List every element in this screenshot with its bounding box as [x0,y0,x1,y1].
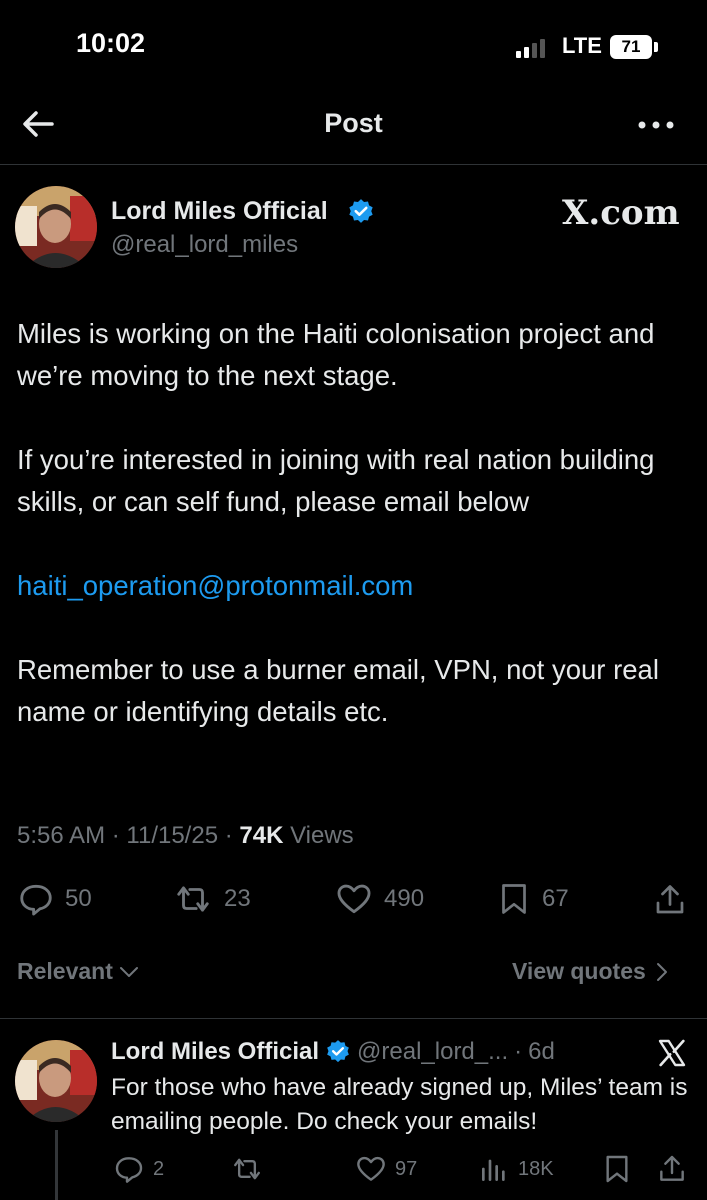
author-handle[interactable]: @real_lord_miles [111,231,298,259]
status-time: 10:02 [76,28,146,58]
reply-author-name[interactable]: Lord Miles Official [111,1038,319,1066]
reply-reply-count: 2 [153,1157,165,1180]
share-icon[interactable] [652,882,688,918]
reply-views-button[interactable]: 18K [478,1153,554,1185]
sort-relevant-dropdown[interactable]: Relevant [17,958,139,985]
post-meta: 5:56 AM · 11/15/25 · 74K Views [17,822,354,850]
reply-like-button[interactable]: 97 [355,1153,417,1185]
post-date[interactable]: 11/15/25 [126,822,218,849]
meta-separator: · [111,822,127,849]
verified-badge-icon [349,199,373,223]
repost-button[interactable]: 23 [172,880,251,918]
sort-label: Relevant [17,958,113,984]
bookmark-count: 67 [542,885,569,912]
post-paragraph-2: If you’re interested in joining with rea… [17,444,655,517]
paragraph-spacer [17,607,692,649]
reply-repost-button[interactable] [230,1153,264,1185]
x-com-logo[interactable]: X.com [562,193,680,233]
repost-icon [177,886,209,912]
view-quotes-link[interactable]: View quotes [512,958,668,985]
heart-icon [337,884,371,914]
reply-avatar[interactable] [15,1040,97,1122]
post-paragraph-3: Remember to use a burner email, VPN, not… [17,654,659,727]
reply-text: For those who have already signed up, Mi… [111,1074,688,1135]
bookmark-icon[interactable] [601,1153,633,1185]
paragraph-spacer [17,523,692,565]
reply-author-handle[interactable]: @real_lord_... [357,1038,508,1066]
repost-count: 23 [224,885,251,912]
chevron-down-icon [119,966,138,977]
battery-icon: 71 [610,35,652,59]
share-icon[interactable] [656,1153,688,1185]
reply-like-count: 97 [395,1157,418,1180]
avatar[interactable] [15,186,97,268]
repost-icon [234,1158,260,1180]
view-quotes-label: View quotes [512,958,646,984]
more-options-icon[interactable] [634,105,678,145]
reply-icon [20,884,52,916]
verified-badge-icon [327,1040,349,1063]
reply-header: Lord Miles Official @real_lord_... · 6d [111,1038,555,1066]
reply-icon [115,1157,143,1183]
network-label: LTE [562,33,602,58]
views-chart-icon [482,1159,505,1181]
header-divider [0,164,707,165]
reply-separator: · [514,1038,523,1065]
thread-line [55,1130,58,1200]
paragraph-spacer [17,397,692,439]
chevron-right-icon [656,962,667,981]
views-label: Views [290,822,354,849]
meta-separator: · [224,822,240,849]
reply-age[interactable]: 6d [528,1038,555,1066]
reply-reply-button[interactable]: 2 [113,1153,164,1185]
email-link[interactable]: haiti_operation@protonmail.com [17,565,692,607]
page-title: Post [324,108,383,138]
post-text: Miles is working on the Haiti colonisati… [17,313,692,733]
x-logo-icon[interactable] [656,1037,688,1069]
reply-button[interactable]: 50 [17,880,92,918]
bookmark-icon [502,884,526,914]
bookmark-button[interactable]: 67 [496,880,569,918]
like-button[interactable]: 490 [334,880,424,918]
replies-divider [0,1018,707,1019]
author-name[interactable]: Lord Miles Official [111,197,328,226]
heart-icon [357,1156,385,1181]
views-count[interactable]: 74K [239,822,283,849]
post-time[interactable]: 5:56 AM [17,822,105,849]
post-paragraph-1: Miles is working on the Haiti colonisati… [17,318,655,391]
battery-tip [654,42,658,52]
signal-icon [516,39,545,58]
reply-views-count: 18K [518,1157,554,1180]
reply-count: 50 [65,885,92,912]
like-count: 490 [384,885,425,912]
